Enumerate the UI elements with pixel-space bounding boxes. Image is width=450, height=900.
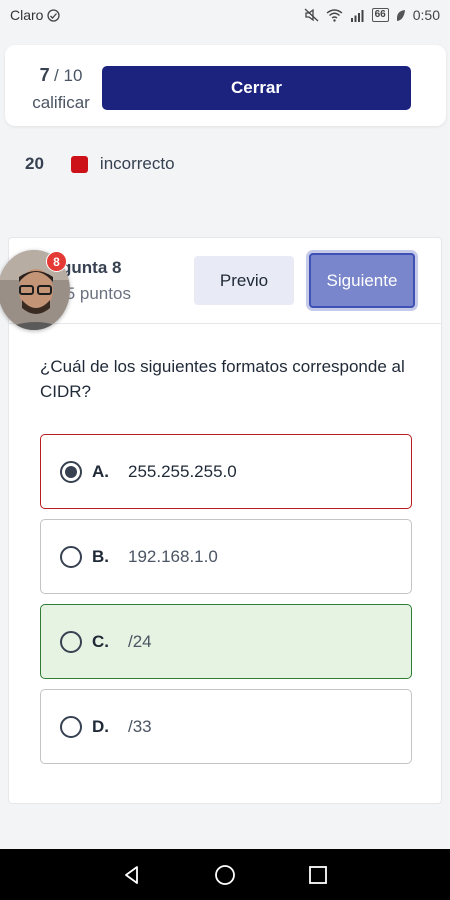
option-c[interactable]: C. /24 [40,604,412,679]
radio-icon[interactable] [60,630,82,653]
clock: 0:50 [412,7,440,23]
score: 7 / 10 calificar [19,62,103,116]
option-b[interactable]: B. 192.168.1.0 [40,519,412,594]
leaf-icon [396,9,405,21]
option-d[interactable]: D. /33 [40,689,412,764]
question-card: gunta 8 .5 puntos Previo Siguiente ¿Cuál… [8,237,442,804]
status-left: Claro [10,7,61,23]
status-bar: Claro 66 0:50 [0,0,450,30]
system-nav-bar [0,849,450,900]
option-letter: B. [92,546,109,566]
legend-label: incorrecto [99,154,175,173]
question-header: gunta 8 .5 puntos Previo Siguiente [9,238,441,324]
question-text: ¿Cuál de los siguientes formatos corresp… [40,357,405,401]
status-right: 66 0:50 [304,7,440,23]
home-icon[interactable] [210,860,240,890]
option-letter: D. [92,716,109,736]
previous-button[interactable]: Previo [194,256,294,305]
mute-icon [304,8,319,22]
radio-checked-icon[interactable] [60,460,82,483]
back-icon[interactable] [117,860,147,890]
option-letter: A. [92,461,109,481]
battery-icon: 66 [371,8,389,22]
question-title: gunta 8 [61,258,122,277]
option-text: /33 [128,716,152,736]
score-value: 7 [39,65,50,85]
option-text: 192.168.1.0 [128,546,218,566]
incorrect-swatch [70,155,88,173]
next-button[interactable]: Siguiente [309,253,415,308]
recents-icon[interactable] [303,860,333,890]
notification-badge: 8 [46,251,67,272]
close-button[interactable]: Cerrar [102,66,411,110]
score-label: calificar [32,93,90,112]
score-total: / 10 [54,66,83,85]
question-points: .5 puntos [61,284,131,303]
wifi-icon [326,9,343,22]
signal-icon [350,9,364,22]
radio-icon[interactable] [60,715,82,738]
option-letter: C. [92,631,109,651]
option-text: /24 [128,631,152,651]
grade-card: 7 / 10 calificar Cerrar [5,45,446,126]
legend-count: 20 [25,154,44,173]
option-text: 255.255.255.0 [128,461,237,481]
radio-icon[interactable] [60,545,82,568]
option-a[interactable]: A. 255.255.255.0 [40,434,412,509]
carrier-name: Claro [10,7,44,23]
result-legend: 20 incorrecto [25,154,175,174]
carrier-sync-icon [47,8,61,22]
